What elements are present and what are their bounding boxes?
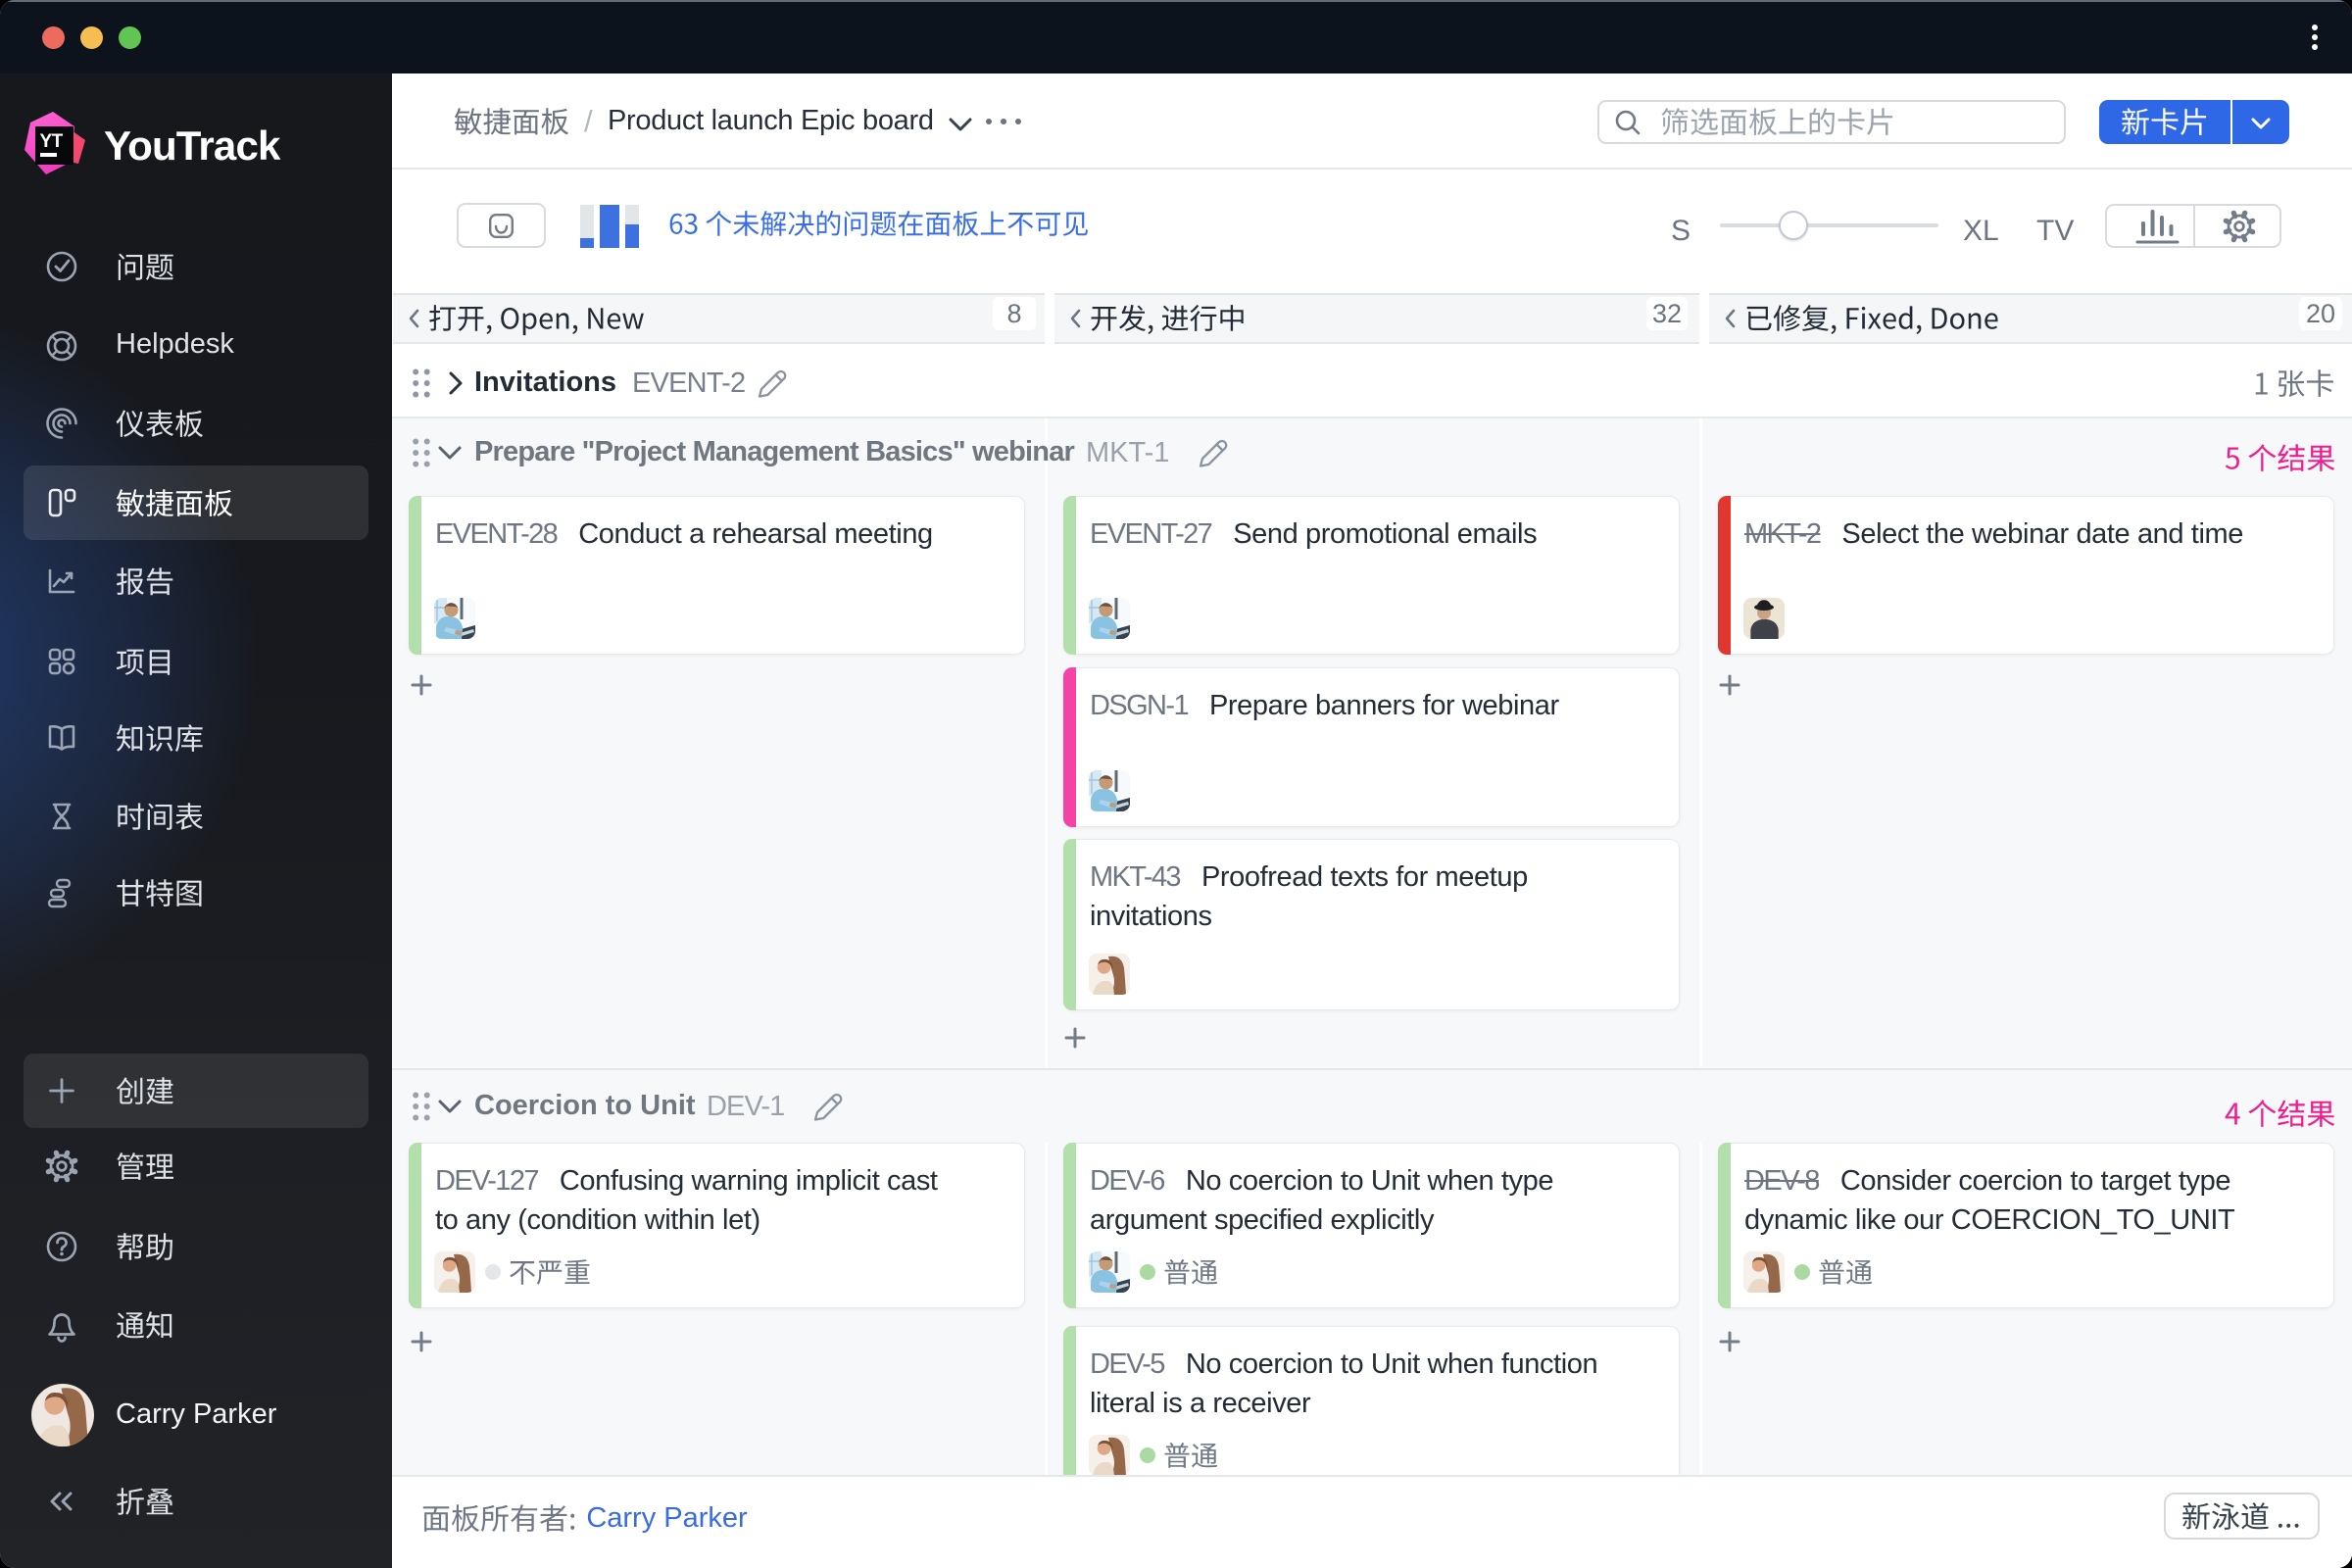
svg-text:YT: YT xyxy=(40,131,64,152)
